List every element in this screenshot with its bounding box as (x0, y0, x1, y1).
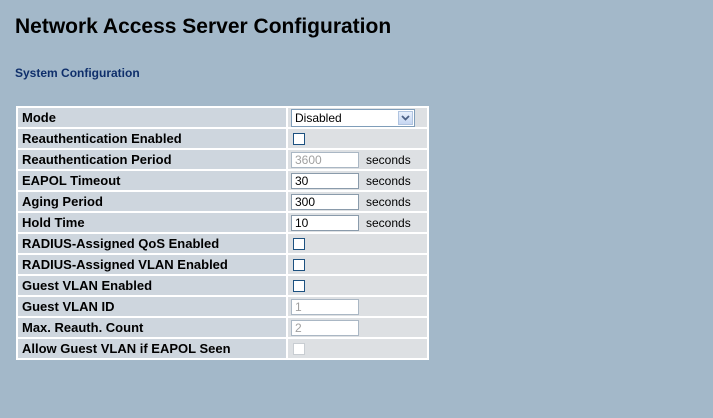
allow-guest-vlan-label: Allow Guest VLAN if EAPOL Seen (18, 339, 286, 358)
guest-vlan-enabled-cell (288, 276, 427, 295)
aging-period-cell: seconds (288, 192, 427, 211)
table-row: Max. Reauth. Count (18, 318, 427, 337)
aging-period-label: Aging Period (18, 192, 286, 211)
page-title: Network Access Server Configuration (15, 15, 392, 38)
hold-time-label: Hold Time (18, 213, 286, 232)
max-reauth-count-input (291, 319, 359, 336)
table-row: EAPOL Timeout seconds (18, 171, 427, 190)
reauth-enabled-cell (288, 129, 427, 148)
mode-cell: Disabled (288, 108, 427, 127)
allow-guest-vlan-checkbox (293, 342, 305, 355)
guest-vlan-id-label: Guest VLAN ID (18, 297, 286, 316)
max-reauth-count-cell (288, 318, 427, 337)
table-row: Allow Guest VLAN if EAPOL Seen (18, 339, 427, 358)
guest-vlan-id-cell (288, 297, 427, 316)
table-row: Guest VLAN ID (18, 297, 427, 316)
radius-vlan-label: RADIUS-Assigned VLAN Enabled (18, 255, 286, 274)
guest-vlan-id-input (291, 298, 359, 315)
table-row: Hold Time seconds (18, 213, 427, 232)
chevron-down-icon[interactable] (398, 110, 413, 125)
hold-time-cell: seconds (288, 213, 427, 232)
reauth-period-cell: seconds (288, 150, 427, 169)
table-row: Aging Period seconds (18, 192, 427, 211)
allow-guest-vlan-cell (288, 339, 427, 358)
reauth-period-input (291, 151, 359, 168)
radius-vlan-cell (288, 255, 427, 274)
table-row: Mode Disabled (18, 108, 427, 127)
radius-qos-cell (288, 234, 427, 253)
eapol-timeout-cell: seconds (288, 171, 427, 190)
page: Network Access Server Configuration Syst… (0, 0, 713, 418)
guest-vlan-enabled-label: Guest VLAN Enabled (18, 276, 286, 295)
mode-select-value: Disabled (295, 110, 342, 125)
aging-period-unit: seconds (366, 194, 411, 209)
table-row: Guest VLAN Enabled (18, 276, 427, 295)
hold-time-unit: seconds (366, 215, 411, 230)
guest-vlan-enabled-checkbox[interactable] (293, 279, 305, 292)
table-row: RADIUS-Assigned VLAN Enabled (18, 255, 427, 274)
section-title: System Configuration (15, 66, 140, 80)
system-config-table: Mode Disabled Reauthentication Enabled R… (16, 106, 429, 360)
radius-qos-checkbox[interactable] (293, 237, 305, 250)
aging-period-input[interactable] (291, 193, 359, 210)
reauth-enabled-label: Reauthentication Enabled (18, 129, 286, 148)
radius-qos-label: RADIUS-Assigned QoS Enabled (18, 234, 286, 253)
reauth-period-label: Reauthentication Period (18, 150, 286, 169)
max-reauth-count-label: Max. Reauth. Count (18, 318, 286, 337)
table-row: Reauthentication Period seconds (18, 150, 427, 169)
hold-time-input[interactable] (291, 214, 359, 231)
mode-label: Mode (18, 108, 286, 127)
mode-select[interactable]: Disabled (291, 108, 415, 127)
table-row: Reauthentication Enabled (18, 129, 427, 148)
eapol-timeout-label: EAPOL Timeout (18, 171, 286, 190)
eapol-timeout-unit: seconds (366, 173, 411, 188)
radius-vlan-checkbox[interactable] (293, 258, 305, 271)
reauth-period-unit: seconds (366, 152, 411, 167)
reauth-enabled-checkbox[interactable] (293, 132, 305, 145)
eapol-timeout-input[interactable] (291, 172, 359, 189)
table-row: RADIUS-Assigned QoS Enabled (18, 234, 427, 253)
